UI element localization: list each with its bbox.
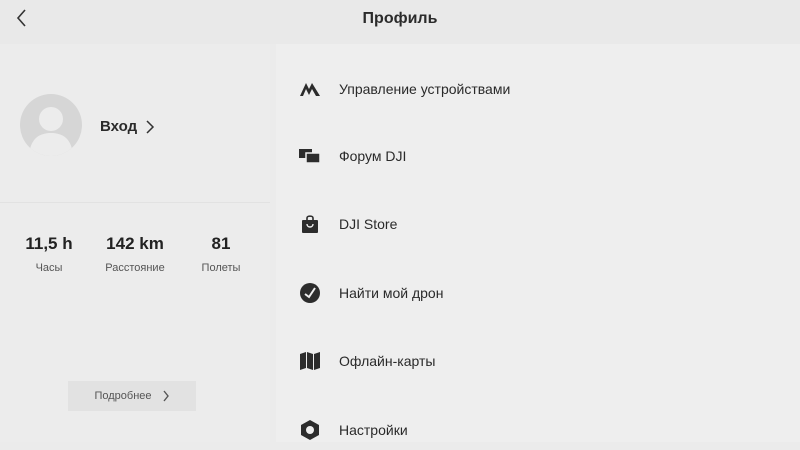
stat-distance: 142 km Расстояние <box>98 234 172 274</box>
chevron-right-icon <box>162 390 169 402</box>
menu-item-device-management[interactable]: Управление устройствами <box>276 69 800 109</box>
login-link[interactable]: Вход <box>100 118 155 135</box>
profile-panel: Вход 11,5 h Часы 142 km Расстояние 81 По… <box>0 44 270 442</box>
more-details-button[interactable]: Подробнее <box>68 381 196 411</box>
menu-item-label: Форум DJI <box>339 148 407 164</box>
forum-icon <box>298 144 322 168</box>
menu-item-label: DJI Store <box>339 216 398 232</box>
stat-flights-value: 81 <box>211 234 231 253</box>
menu-item-settings[interactable]: Настройки <box>276 410 800 450</box>
stat-flights-label: Полеты <box>201 262 241 274</box>
menu-item-label: Найти мой дрон <box>339 285 444 301</box>
user-avatar-icon <box>29 107 73 156</box>
avatar[interactable] <box>20 94 82 156</box>
login-label: Вход <box>100 118 138 135</box>
find-drone-icon <box>298 281 322 305</box>
divider <box>0 202 270 203</box>
stat-hours-label: Часы <box>35 262 63 274</box>
menu-item-forum[interactable]: Форум DJI <box>276 136 800 176</box>
menu-item-label: Настройки <box>339 422 408 438</box>
stat-hours-value: 11,5 h <box>25 234 73 253</box>
device-management-icon <box>298 77 322 101</box>
menu-item-label: Управление устройствами <box>339 81 511 97</box>
chevron-right-icon <box>146 119 155 134</box>
menu-item-store[interactable]: DJI Store <box>276 204 800 244</box>
stat-distance-label: Расстояние <box>105 262 165 274</box>
stat-flights: 81 Полеты <box>192 234 250 274</box>
map-icon <box>298 349 322 373</box>
header-bar: Профиль <box>0 0 800 44</box>
stat-distance-value: 142 km <box>106 234 164 253</box>
stat-hours: 11,5 h Часы <box>18 234 80 274</box>
settings-icon <box>298 418 322 442</box>
page-title: Профиль <box>362 10 438 27</box>
menu-item-offline-maps[interactable]: Офлайн-карты <box>276 341 800 381</box>
more-details-label: Подробнее <box>94 390 152 402</box>
menu-item-label: Офлайн-карты <box>339 353 436 369</box>
shopping-bag-icon <box>298 212 322 236</box>
menu-item-find-drone[interactable]: Найти мой дрон <box>276 273 800 313</box>
